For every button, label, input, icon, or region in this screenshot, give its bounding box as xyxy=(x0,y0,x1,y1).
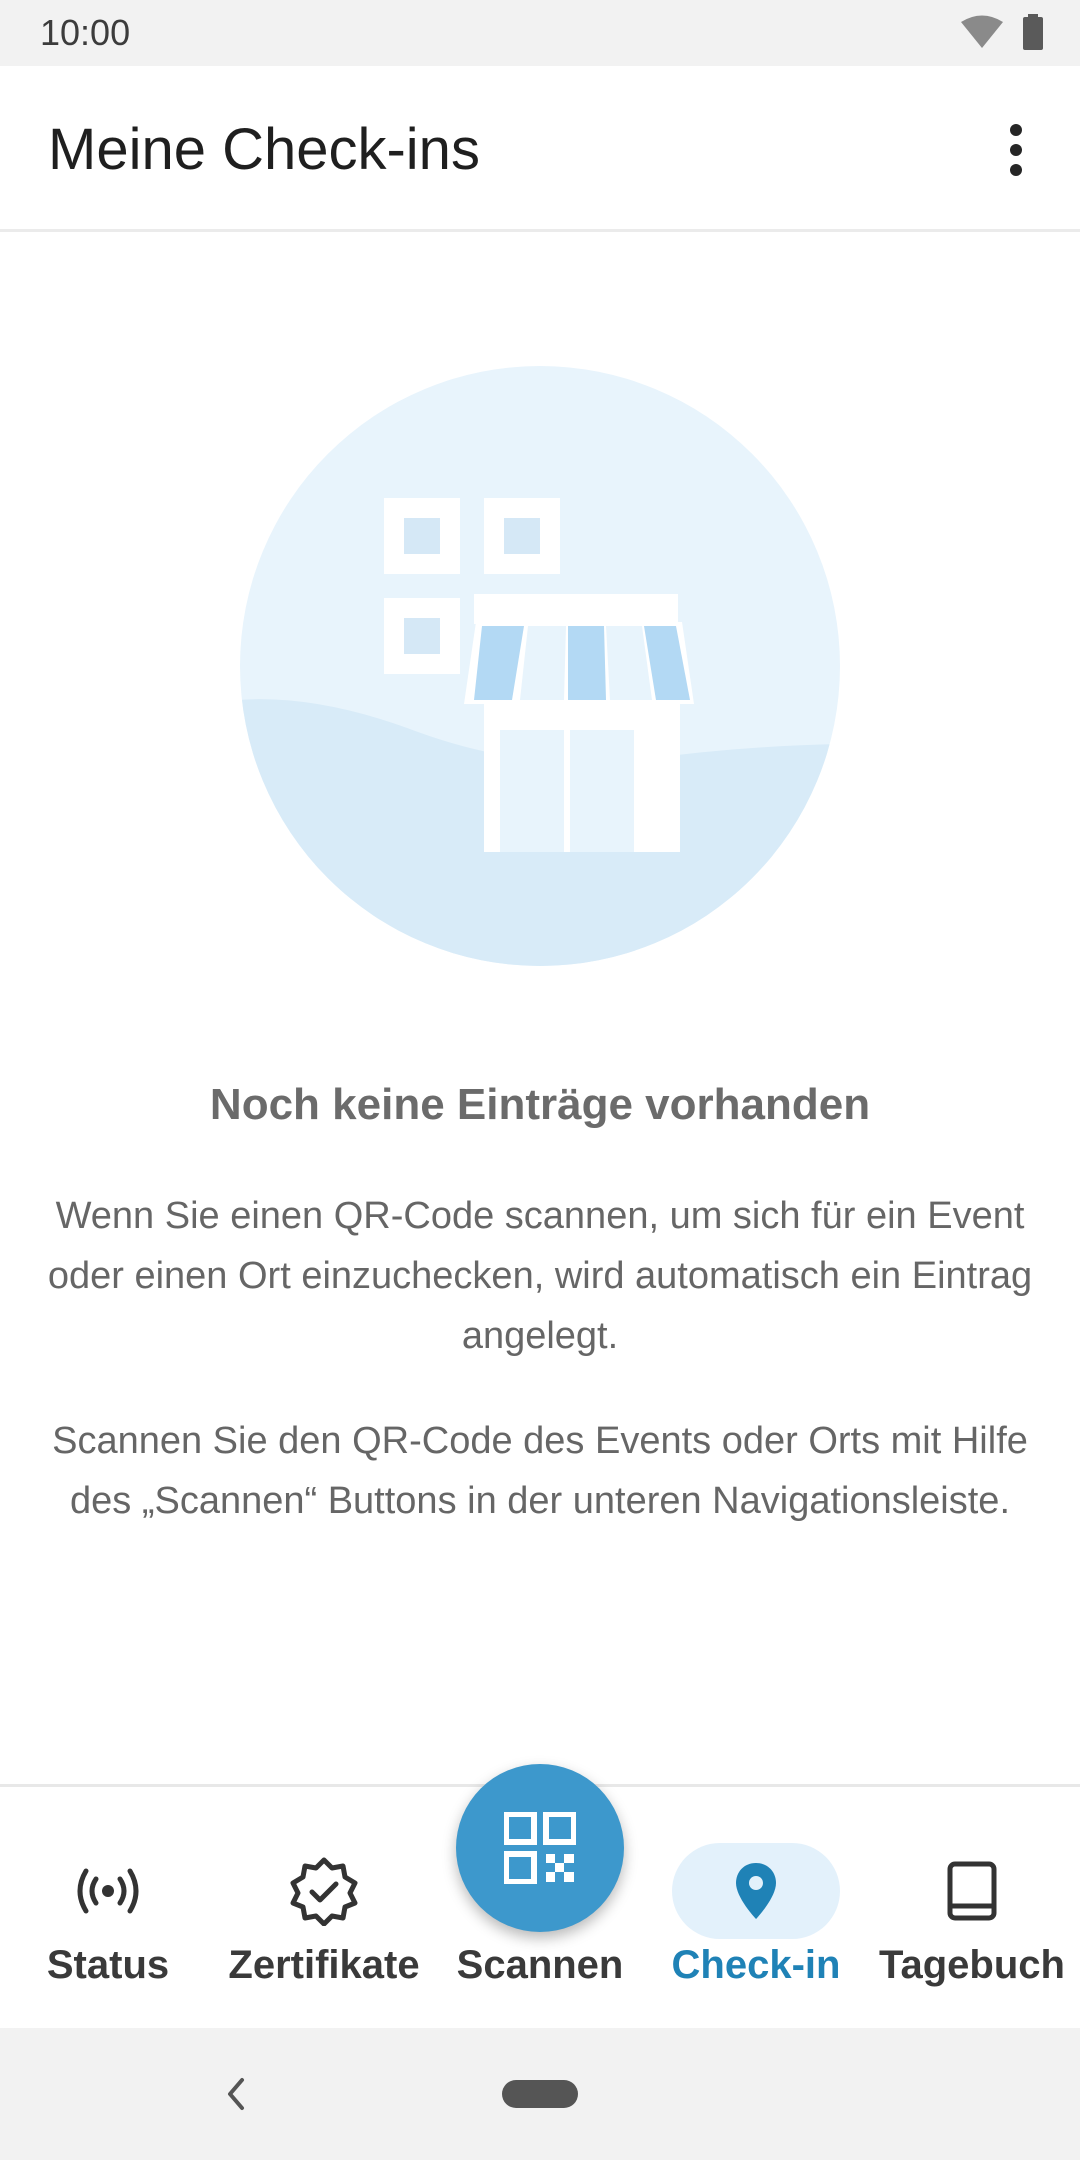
more-options-button[interactable] xyxy=(982,110,1050,190)
location-pin-icon xyxy=(672,1843,840,1939)
page-title: Meine Check-ins xyxy=(48,117,480,182)
empty-state-title: Noch keine Einträge vorhanden xyxy=(209,1080,871,1129)
app-bar: Meine Check-ins xyxy=(0,66,1080,232)
back-icon xyxy=(228,2078,244,2110)
nav-label-scannen: Scannen xyxy=(456,1943,624,1987)
scan-button[interactable] xyxy=(456,1764,624,1932)
nav-label-status: Status xyxy=(46,1943,170,1987)
qr-code-icon xyxy=(504,1812,576,1884)
home-button[interactable] xyxy=(502,2080,578,2108)
status-time: 10:00 xyxy=(40,12,131,53)
nav-label-zertifikate: Zertifikate xyxy=(228,1943,420,1987)
broadcast-icon xyxy=(24,1843,192,1939)
storefront-qr-illustration xyxy=(238,364,842,968)
battery-icon xyxy=(1022,13,1044,55)
nav-label-tagebuch: Tagebuch xyxy=(879,1943,1065,1987)
more-vert-icon xyxy=(1010,124,1022,176)
empty-state-hint: Scannen Sie den QR-Code des Events oder … xyxy=(52,1420,1028,1522)
nav-item-status[interactable]: Status xyxy=(0,1787,216,2031)
nav-item-check-in[interactable]: Check-in xyxy=(648,1787,864,2031)
wifi-icon xyxy=(960,15,1004,54)
nav-label-check-in: Check-in xyxy=(671,1943,841,1987)
back-button[interactable] xyxy=(216,2072,256,2116)
nav-item-tagebuch[interactable]: Tagebuch xyxy=(864,1787,1080,2031)
book-icon xyxy=(888,1843,1056,1939)
nav-item-zertifikate[interactable]: Zertifikate xyxy=(216,1787,432,2031)
status-icons xyxy=(960,13,1044,55)
status-bar: 10:00 xyxy=(0,0,1080,66)
empty-state-description: Wenn Sie einen QR-Code scannen, um sich … xyxy=(47,1195,1033,1357)
verified-badge-icon xyxy=(240,1843,408,1939)
